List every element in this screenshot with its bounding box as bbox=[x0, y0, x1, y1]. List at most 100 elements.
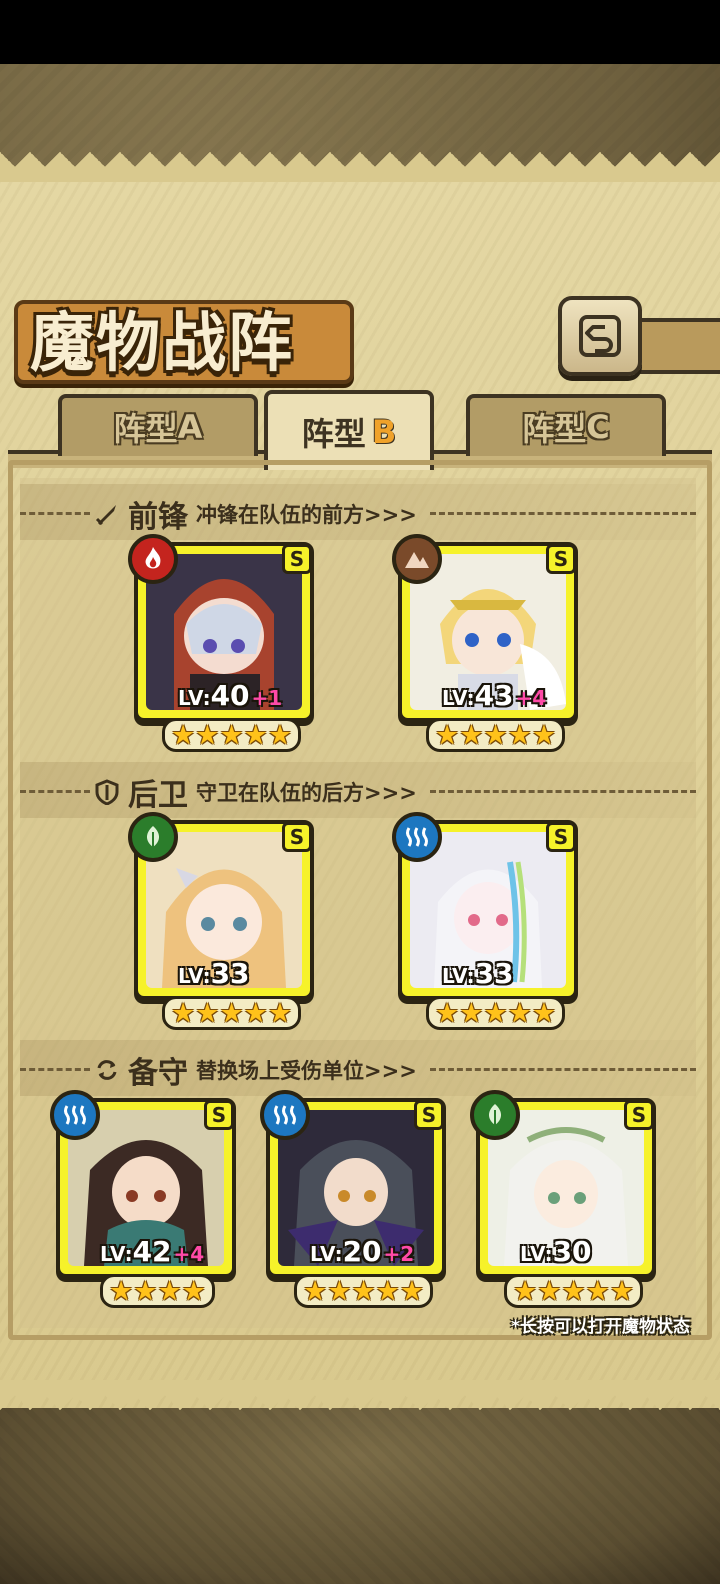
sword-icon bbox=[95, 505, 116, 526]
level-label: LV: bbox=[520, 1242, 553, 1266]
level-value: 20 bbox=[342, 1235, 382, 1268]
star-icon: ★ bbox=[181, 1275, 206, 1307]
unit-card-rear-2[interactable]: S LV: 33 ★ ★ ★ ★ ★ bbox=[392, 812, 578, 1030]
star-icon: ★ bbox=[585, 1275, 610, 1307]
rank-badge: S bbox=[282, 822, 312, 852]
unit-level: LV: 30 bbox=[520, 1235, 594, 1268]
section-desc: 替换场上受伤单位>>> bbox=[196, 1059, 417, 1083]
panel-zigzag-top bbox=[0, 152, 720, 182]
section-name: 备守 bbox=[128, 1056, 188, 1091]
divider bbox=[20, 1068, 90, 1071]
divider bbox=[430, 790, 696, 793]
divider bbox=[430, 1068, 696, 1071]
element-fire-icon bbox=[128, 534, 178, 584]
tab-label: 阵型 bbox=[522, 410, 587, 448]
level-value: 33 bbox=[474, 957, 514, 990]
element-water-icon bbox=[392, 812, 442, 862]
section-label-front: 前锋 冲锋在队伍的前方>>> bbox=[94, 492, 417, 536]
tab-label: 阵型 bbox=[113, 410, 178, 448]
star-icon: ★ bbox=[435, 719, 460, 751]
star-icon: ★ bbox=[157, 1275, 182, 1307]
star-icon: ★ bbox=[327, 1275, 352, 1307]
section-desc: 守卫在队伍的后方>>> bbox=[196, 781, 417, 805]
rank-badge: S bbox=[282, 544, 312, 574]
level-label: LV: bbox=[100, 1242, 133, 1266]
star-rating: ★ ★ ★ ★ ★ bbox=[426, 996, 566, 1030]
star-rating: ★ ★ ★ ★ ★ bbox=[162, 996, 302, 1030]
star-icon: ★ bbox=[219, 719, 244, 751]
level-label: LV: bbox=[442, 964, 475, 988]
level-label: LV: bbox=[178, 964, 211, 988]
star-icon: ★ bbox=[195, 719, 220, 751]
star-icon: ★ bbox=[513, 1275, 538, 1307]
tab-formation-b[interactable]: 阵型 B bbox=[264, 390, 434, 470]
tab-letter: B bbox=[371, 413, 397, 451]
unit-level: LV: 40 +1 bbox=[178, 679, 282, 712]
unit-level: LV: 33 bbox=[442, 957, 516, 990]
unit-card-front-1[interactable]: S LV: 40 +1 ★ ★ ★ ★ ★ bbox=[128, 534, 314, 752]
level-value: 30 bbox=[552, 1235, 592, 1268]
element-water-icon bbox=[260, 1090, 310, 1140]
star-icon: ★ bbox=[537, 1275, 562, 1307]
star-icon: ★ bbox=[375, 1275, 400, 1307]
divider bbox=[20, 512, 90, 515]
element-water-icon bbox=[50, 1090, 100, 1140]
star-icon: ★ bbox=[351, 1275, 376, 1307]
unit-card-rear-1[interactable]: S LV: 33 ★ ★ ★ ★ ★ bbox=[128, 812, 314, 1030]
level-value: 33 bbox=[210, 957, 250, 990]
star-rating: ★ ★ ★ ★ ★ bbox=[504, 1274, 644, 1308]
level-label: LV: bbox=[442, 686, 475, 710]
star-icon: ★ bbox=[133, 1275, 158, 1307]
star-icon: ★ bbox=[531, 719, 557, 751]
star-icon: ★ bbox=[243, 719, 268, 751]
star-icon: ★ bbox=[171, 719, 196, 751]
section-name: 前锋 bbox=[128, 500, 188, 535]
star-icon: ★ bbox=[195, 997, 220, 1029]
star-icon: ★ bbox=[561, 1275, 586, 1307]
back-button[interactable] bbox=[558, 296, 642, 376]
level-label: LV: bbox=[310, 1242, 343, 1266]
star-rating: ★ ★ ★ ★ ★ bbox=[294, 1274, 434, 1308]
map-background-bottom bbox=[0, 1400, 720, 1584]
unit-card-reserve-3[interactable]: S LV: 30 ★ ★ ★ ★ ★ bbox=[470, 1090, 656, 1308]
hint-text: *长按可以打开魔物状态 bbox=[511, 1317, 690, 1337]
unit-level: LV: 20 +2 bbox=[310, 1235, 414, 1268]
divider bbox=[20, 790, 90, 793]
star-icon: ★ bbox=[109, 1275, 134, 1307]
unit-level: LV: 43 +4 bbox=[442, 679, 546, 712]
star-icon: ★ bbox=[531, 997, 557, 1029]
status-bar bbox=[0, 0, 720, 64]
tab-label: 阵型 bbox=[301, 415, 366, 453]
shield-icon bbox=[95, 779, 119, 805]
star-icon: ★ bbox=[459, 997, 484, 1029]
star-rating: ★ ★ ★ ★ ★ bbox=[426, 718, 566, 752]
unit-card-reserve-2[interactable]: S LV: 20 +2 ★ ★ ★ ★ ★ bbox=[260, 1090, 446, 1308]
unit-card-reserve-1[interactable]: S LV: 42 +4 ★ ★ ★ ★ bbox=[50, 1090, 236, 1308]
section-label-reserve: 备守 替换场上受伤单位>>> bbox=[94, 1048, 417, 1092]
star-rating: ★ ★ ★ ★ bbox=[100, 1274, 215, 1308]
rank-badge: S bbox=[546, 822, 576, 852]
unit-card-front-2[interactable]: S LV: 43 +4 ★ ★ ★ ★ ★ bbox=[392, 534, 578, 752]
back-rail bbox=[630, 318, 720, 374]
star-icon: ★ bbox=[243, 997, 268, 1029]
rank-badge: S bbox=[204, 1100, 234, 1130]
rank-badge: S bbox=[624, 1100, 654, 1130]
star-icon: ★ bbox=[267, 719, 293, 751]
star-icon: ★ bbox=[459, 719, 484, 751]
section-desc: 冲锋在队伍的前方>>> bbox=[196, 503, 417, 527]
unit-level: LV: 33 bbox=[178, 957, 252, 990]
star-icon: ★ bbox=[609, 1275, 635, 1307]
rank-badge: S bbox=[414, 1100, 444, 1130]
level-plus: +1 bbox=[251, 686, 283, 710]
tab-formation-a[interactable]: 阵型 A bbox=[58, 394, 258, 456]
star-icon: ★ bbox=[303, 1275, 328, 1307]
panel-zigzag-bottom bbox=[0, 1380, 720, 1410]
section-label-rear: 后卫 守卫在队伍的后方>>> bbox=[94, 770, 417, 814]
element-wood-icon bbox=[128, 812, 178, 862]
element-wood-icon bbox=[470, 1090, 520, 1140]
star-icon: ★ bbox=[435, 997, 460, 1029]
rank-badge: S bbox=[546, 544, 576, 574]
level-plus: +4 bbox=[173, 1242, 205, 1266]
element-earth-icon bbox=[392, 534, 442, 584]
tab-formation-c[interactable]: 阵型 C bbox=[466, 394, 666, 456]
